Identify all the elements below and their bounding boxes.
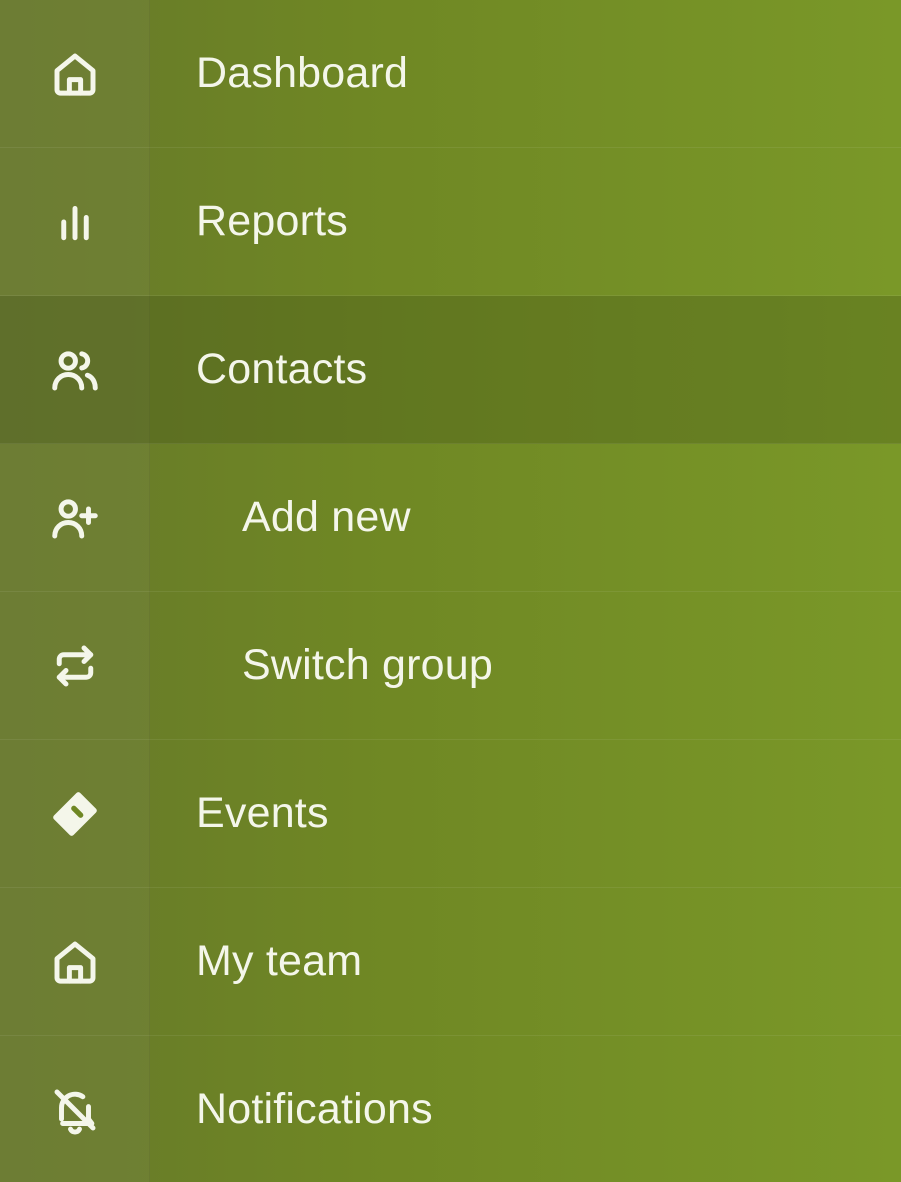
nav-item-label: My team [196,937,363,985]
nav-item-label: Switch group [242,641,493,689]
users-icon [0,296,150,443]
nav-item-reports[interactable]: Reports [0,148,901,296]
switch-arrows-icon [0,592,150,739]
home-icon [0,0,150,147]
sidebar-nav: Dashboard Reports Contacts Add new Switc… [0,0,901,1182]
nav-subitem-switch-group[interactable]: Switch group [0,592,901,740]
nav-item-events[interactable]: Events [0,740,901,888]
nav-item-label: Notifications [196,1085,433,1133]
nav-subitem-add-new[interactable]: Add new [0,444,901,592]
nav-item-label: Dashboard [196,49,409,97]
bell-off-icon [0,1036,150,1182]
nav-item-label: Events [196,789,329,837]
nav-item-notifications[interactable]: Notifications [0,1036,901,1182]
nav-item-contacts[interactable]: Contacts [0,296,901,444]
bar-chart-icon [0,148,150,295]
nav-item-label: Contacts [196,345,368,393]
nav-item-label: Add new [242,493,411,541]
home-icon [0,888,150,1035]
nav-item-label: Reports [196,197,348,245]
nav-item-my-team[interactable]: My team [0,888,901,1036]
nav-item-dashboard[interactable]: Dashboard [0,0,901,148]
user-plus-icon [0,444,150,591]
ticket-icon [0,740,150,887]
